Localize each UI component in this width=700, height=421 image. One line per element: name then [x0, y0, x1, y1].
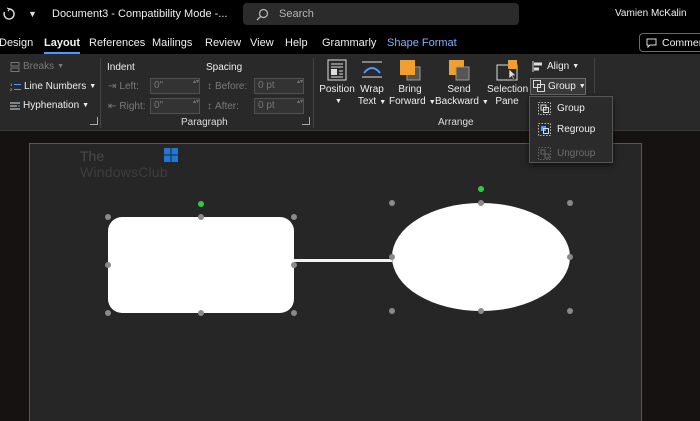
indent-right-icon: ⇤ [108, 101, 117, 112]
separator [313, 58, 314, 128]
tab-layout[interactable]: Layout [44, 37, 81, 54]
tab-grammarly[interactable]: Grammarly [322, 37, 376, 49]
tab-mailings[interactable]: Mailings [152, 37, 192, 49]
selection-pane-button[interactable]: Selection Pane [487, 59, 528, 108]
rounded-rectangle-shape[interactable] [108, 217, 294, 313]
tab-view[interactable]: View [250, 37, 274, 49]
group-button[interactable]: Group ▼ [533, 80, 586, 92]
resize-handle[interactable] [389, 200, 395, 206]
indent-right-input[interactable]: 0" [150, 98, 200, 114]
resize-handle[interactable] [105, 262, 111, 268]
menu-item-regroup[interactable]: Regroup [538, 123, 595, 136]
spacing-header: Spacing [206, 62, 243, 73]
breaks-icon [10, 61, 20, 72]
resize-handle[interactable] [198, 214, 204, 220]
spacing-before-input[interactable]: 0 pt [254, 78, 304, 94]
resize-handle[interactable] [478, 200, 484, 206]
arrange-group-label: Arrange [438, 117, 474, 128]
bring-forward-icon [400, 60, 421, 81]
resize-handle[interactable] [478, 308, 484, 314]
spacing-after-input[interactable]: 0 pt [254, 98, 304, 114]
breaks-button[interactable]: Breaks ▼ [10, 61, 64, 72]
watermark-line1: The [80, 148, 105, 164]
indent-header: Indent [107, 62, 135, 73]
rotation-handle[interactable] [478, 186, 484, 192]
hyphenation-button[interactable]: Hyphenation ▼ [10, 100, 89, 111]
send-backward-icon [449, 60, 470, 81]
position-icon [327, 59, 347, 81]
resize-handle[interactable] [389, 308, 395, 314]
ungroup-icon [538, 147, 551, 160]
send-backward-button[interactable]: Send Backward ▼ [435, 59, 489, 109]
paragraph-launcher-icon[interactable] [302, 117, 310, 125]
svg-text:2: 2 [10, 87, 13, 92]
tab-shape-format[interactable]: Shape Format [387, 37, 457, 49]
resize-handle[interactable] [567, 254, 573, 260]
separator [594, 58, 595, 93]
group-dropdown-menu: Group Regroup Ungroup [529, 96, 613, 163]
line-numbers-icon: 12 [10, 82, 21, 92]
indent-left-label: ⇥ Left: [108, 81, 139, 92]
resize-handle[interactable] [567, 200, 573, 206]
user-name[interactable]: Vamien McKalin [615, 8, 687, 19]
group-objects-icon [533, 80, 545, 92]
resize-handle[interactable] [105, 310, 111, 316]
watermark-line2: WindowsClub [80, 164, 168, 180]
indent-right-label: ⇤ Right: [108, 101, 146, 112]
spacing-before-label: ↕ Before: [207, 81, 248, 92]
title-bar: ▼ Document3 - Compatibility Mode -... Se… [0, 0, 700, 30]
position-button[interactable]: Position ▼ [318, 59, 356, 108]
search-icon [256, 8, 269, 20]
quick-access-dropdown-icon[interactable]: ▼ [28, 9, 37, 19]
resize-handle[interactable] [291, 214, 297, 220]
tab-help[interactable]: Help [285, 37, 308, 49]
rotation-handle[interactable] [198, 201, 204, 207]
hyphenation-icon [10, 102, 20, 109]
watermark: The WindowsClub [80, 148, 178, 180]
ribbon-tabs: Design Layout References Mailings Review… [0, 30, 700, 54]
comment-icon [646, 38, 657, 48]
spacing-before-icon: ↕ [207, 81, 212, 92]
bring-forward-button[interactable]: Bring Forward ▼ [389, 59, 436, 109]
resize-handle[interactable] [291, 262, 297, 268]
spacing-after-label: ↕ After: [207, 101, 239, 112]
resize-handle[interactable] [291, 310, 297, 316]
tab-design[interactable]: Design [0, 37, 33, 49]
selection-pane-icon [496, 60, 518, 81]
menu-item-group[interactable]: Group [538, 102, 585, 115]
resize-handle[interactable] [198, 310, 204, 316]
spacing-after-icon: ↕ [207, 101, 212, 112]
autosave-icon[interactable] [2, 7, 16, 21]
connector-line[interactable] [294, 259, 392, 262]
menu-item-ungroup[interactable]: Ungroup [538, 147, 595, 160]
windows-logo-icon [164, 148, 178, 162]
search-placeholder: Search [279, 8, 314, 20]
search-box[interactable]: Search [243, 3, 519, 25]
group-icon [538, 102, 551, 115]
comments-label: Comment [662, 36, 700, 49]
paragraph-group-label: Paragraph [181, 117, 228, 128]
tab-references[interactable]: References [89, 37, 145, 49]
line-numbers-button[interactable]: 12 Line Numbers ▼ [10, 81, 96, 92]
tab-review[interactable]: Review [205, 37, 241, 49]
wrap-text-icon [362, 61, 382, 78]
wrap-text-button[interactable]: Wrap Text ▼ [356, 59, 388, 109]
align-icon [532, 61, 542, 72]
indent-left-icon: ⇥ [108, 81, 117, 92]
indent-left-input[interactable]: 0" [150, 78, 200, 94]
ellipse-shape[interactable] [392, 203, 570, 311]
resize-handle[interactable] [389, 254, 395, 260]
regroup-icon [538, 123, 551, 136]
page-setup-launcher-icon[interactable] [90, 117, 98, 125]
align-button[interactable]: Align ▼ [532, 61, 579, 72]
comments-button[interactable]: Comment [639, 33, 700, 52]
document-title: Document3 - Compatibility Mode -... [52, 8, 228, 20]
resize-handle[interactable] [567, 308, 573, 314]
separator [100, 58, 101, 128]
resize-handle[interactable] [105, 214, 111, 220]
